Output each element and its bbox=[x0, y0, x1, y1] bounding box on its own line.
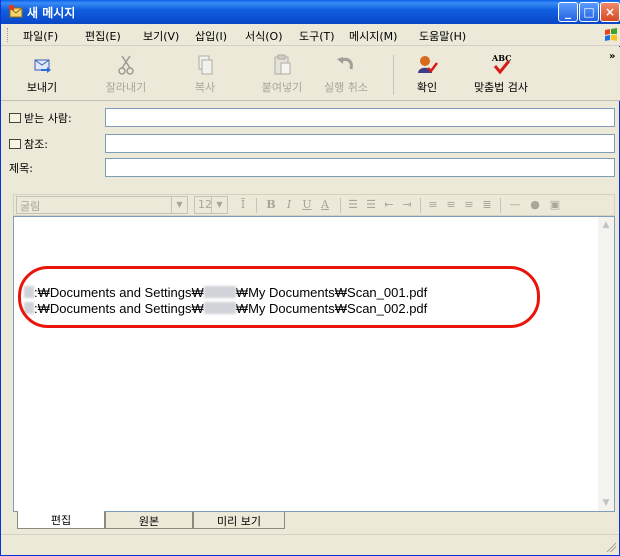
chevron-down-icon: ▼ bbox=[211, 197, 227, 213]
toolbar-separator bbox=[393, 55, 394, 95]
status-bar bbox=[1, 534, 619, 555]
tab-edit[interactable]: 편집 bbox=[17, 511, 105, 529]
envelope-icon bbox=[9, 5, 23, 18]
cc-label: 참조: bbox=[9, 136, 48, 152]
spelling-label: 맞춤법 검사 bbox=[473, 81, 529, 94]
maximize-button[interactable]: □ bbox=[579, 2, 599, 22]
to-label: 받는 사람: bbox=[9, 110, 72, 126]
cc-label-text: 참조: bbox=[24, 138, 48, 151]
menu-view[interactable]: 보기(V) bbox=[143, 28, 179, 44]
menu-help[interactable]: 도움말(H) bbox=[419, 28, 466, 44]
paste-icon bbox=[274, 54, 291, 75]
insert-picture-icon[interactable]: ▣ bbox=[548, 198, 562, 212]
cut-button[interactable]: 잘라내기 bbox=[99, 51, 153, 97]
menu-bar: 파일(F) 편집(E) 보기(V) 삽입(I) 서식(O) 도구(T) 메시지(… bbox=[1, 24, 620, 46]
to-label-text: 받는 사람: bbox=[24, 112, 72, 125]
resize-grip-icon[interactable] bbox=[605, 541, 616, 552]
format-toolbar: 굴림 ▼ 12 ▼ Ī B I U A ☰ ☰ ⇤ ⇥ ≡ ≡ ≡ ≣ — ● … bbox=[13, 194, 615, 216]
spellcheck-icon: ABC bbox=[491, 53, 511, 75]
tab-source[interactable]: 원본 bbox=[105, 512, 193, 529]
send-icon bbox=[34, 59, 51, 73]
windows-logo-icon bbox=[605, 28, 617, 41]
close-button[interactable]: × bbox=[600, 2, 620, 22]
spelling-button[interactable]: ABC 맞춤법 검사 bbox=[465, 51, 537, 97]
tab-preview[interactable]: 미리 보기 bbox=[193, 512, 285, 529]
new-message-window: 새 메시지 _ □ × 파일(F) 편집(E) 보기(V) 삽입(I) 서식(O… bbox=[0, 0, 620, 556]
highlight-oval bbox=[18, 266, 540, 328]
italic-button[interactable]: I bbox=[282, 198, 296, 212]
window-title: 새 메시지 bbox=[27, 6, 76, 20]
bullet-list-icon[interactable]: ☰ bbox=[364, 198, 378, 212]
menu-message[interactable]: 메시지(M) bbox=[349, 28, 397, 44]
title-bar[interactable]: 새 메시지 _ □ × bbox=[1, 0, 620, 24]
numbered-list-icon[interactable]: ☰ bbox=[346, 198, 360, 212]
check-names-icon bbox=[418, 56, 438, 73]
subject-field[interactable] bbox=[105, 158, 615, 177]
menu-file[interactable]: 파일(F) bbox=[23, 28, 58, 44]
copy-icon bbox=[198, 55, 213, 75]
paste-button[interactable]: 붙여넣기 bbox=[253, 51, 311, 97]
format-separator bbox=[420, 198, 421, 213]
paste-label: 붙여넣기 bbox=[261, 81, 303, 94]
hyperlink-icon[interactable]: ● bbox=[528, 198, 542, 212]
copy-button[interactable]: 복사 bbox=[185, 51, 225, 97]
minimize-button[interactable]: _ bbox=[558, 2, 578, 22]
font-size-select[interactable]: 12 ▼ bbox=[194, 196, 228, 214]
address-book-icon bbox=[9, 113, 21, 123]
cut-label: 잘라내기 bbox=[105, 81, 147, 94]
check-names-button[interactable]: 확인 bbox=[407, 51, 447, 97]
copy-label: 복사 bbox=[194, 81, 216, 94]
menu-grip bbox=[7, 28, 10, 42]
toolbar-overflow-chevron[interactable]: » bbox=[609, 51, 615, 62]
bold-button[interactable]: B bbox=[264, 198, 278, 212]
decrease-indent-icon[interactable]: ⇤ bbox=[382, 198, 396, 212]
scissors-icon bbox=[118, 55, 134, 75]
format-separator bbox=[256, 198, 257, 213]
format-separator bbox=[500, 198, 501, 213]
to-field[interactable] bbox=[105, 108, 615, 127]
cc-field[interactable] bbox=[105, 134, 615, 153]
align-center-icon[interactable]: ≡ bbox=[444, 198, 458, 212]
format-separator bbox=[340, 198, 341, 213]
menu-format[interactable]: 서식(O) bbox=[245, 28, 282, 44]
subject-label: 제목: bbox=[9, 162, 33, 175]
menu-insert[interactable]: 삽입(I) bbox=[195, 28, 227, 44]
font-size-value: 12 bbox=[198, 198, 212, 211]
message-body[interactable]: :₩Documents and Settings₩ ₩My Documents₩S… bbox=[13, 216, 615, 512]
main-toolbar: 보내기 잘라내기 복사 붙여넣기 실행 취소 확인 ABC 맞춤법 검사 » bbox=[1, 47, 620, 101]
address-book-icon bbox=[9, 139, 21, 149]
align-right-icon[interactable]: ≡ bbox=[462, 198, 476, 212]
horizontal-line-icon[interactable]: — bbox=[508, 198, 522, 212]
scroll-up-icon[interactable]: ▲ bbox=[598, 217, 614, 233]
scroll-down-icon[interactable]: ▼ bbox=[598, 495, 614, 511]
increase-indent-icon[interactable]: ⇥ bbox=[400, 198, 414, 212]
vertical-scrollbar[interactable]: ▲ ▼ bbox=[598, 217, 614, 511]
send-button[interactable]: 보내기 bbox=[19, 51, 65, 97]
check-label: 확인 bbox=[416, 81, 438, 94]
font-select[interactable]: 굴림 ▼ bbox=[16, 196, 188, 214]
chevron-down-icon: ▼ bbox=[171, 197, 187, 213]
undo-icon bbox=[337, 57, 353, 70]
paragraph-style-icon[interactable]: Ī bbox=[236, 198, 250, 212]
underline-button[interactable]: U bbox=[300, 198, 314, 212]
undo-label: 실행 취소 bbox=[324, 81, 368, 94]
font-select-value: 굴림 bbox=[20, 200, 41, 213]
view-tabs: 편집 원본 미리 보기 bbox=[13, 511, 615, 530]
menu-tools[interactable]: 도구(T) bbox=[299, 28, 335, 44]
menu-edit[interactable]: 편집(E) bbox=[85, 28, 121, 44]
undo-button[interactable]: 실행 취소 bbox=[313, 51, 379, 97]
justify-icon[interactable]: ≣ bbox=[480, 198, 494, 212]
font-color-button[interactable]: A bbox=[318, 198, 332, 212]
send-label: 보내기 bbox=[26, 81, 58, 94]
align-left-icon[interactable]: ≡ bbox=[426, 198, 440, 212]
